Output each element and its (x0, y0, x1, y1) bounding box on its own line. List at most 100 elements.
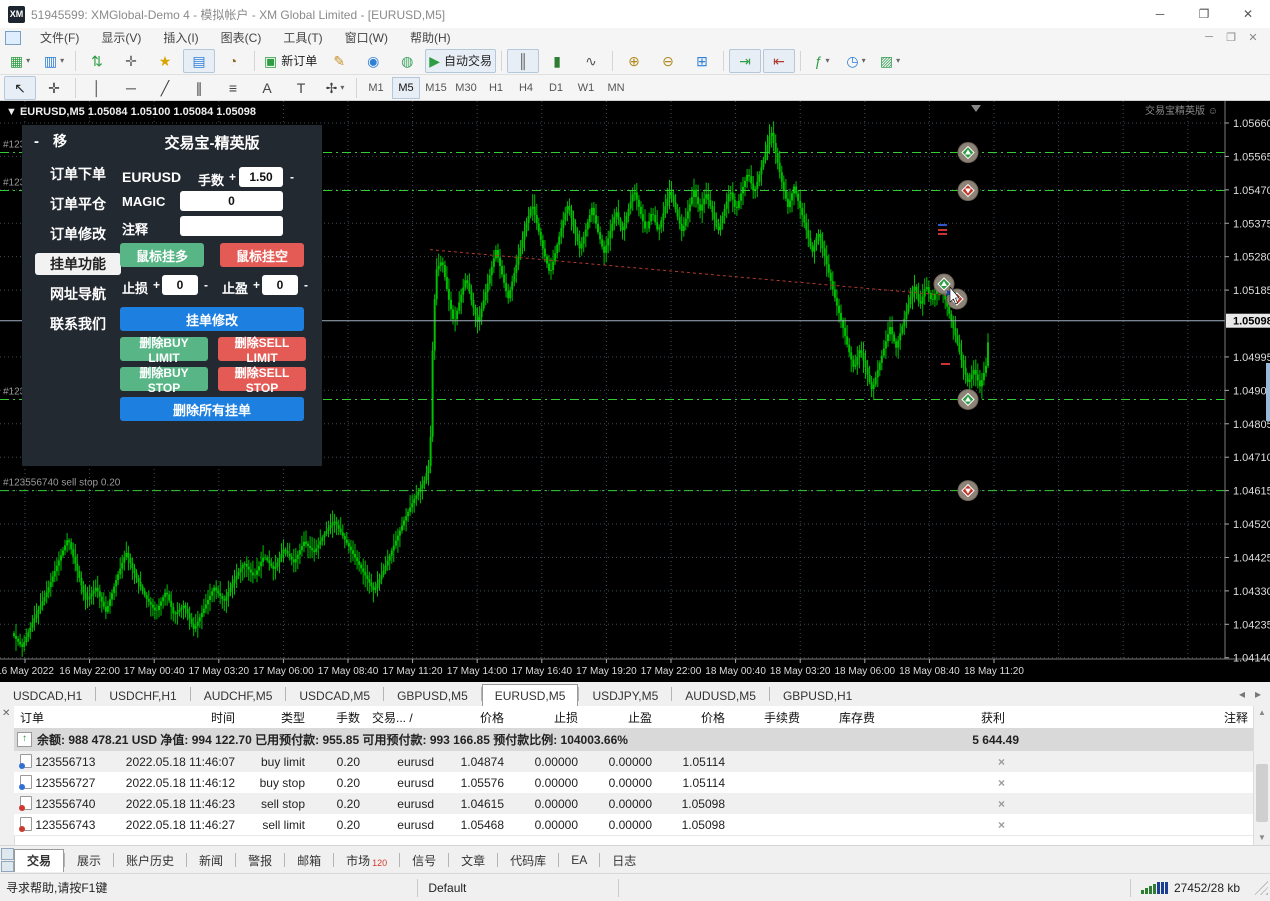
timeframe-mn[interactable]: MN (602, 77, 630, 99)
chart-tab-usdchf-h1[interactable]: USDCHF,H1 (96, 684, 189, 706)
chart-window[interactable]: #123556727 buy stop 0.20#123556743 sell … (0, 101, 1270, 682)
column-header-2[interactable]: 时间 (110, 709, 241, 726)
status-template[interactable]: Default (418, 881, 618, 895)
terminal-button[interactable]: ▤ (183, 49, 215, 73)
bottom-tab-1[interactable]: 交易 (14, 849, 64, 872)
ea-tp-plus-button[interactable]: + (253, 278, 260, 292)
data-window-button[interactable]: ✛ (115, 49, 147, 73)
ea-menu-3[interactable]: 订单修改 (35, 223, 121, 245)
ea-magic-input[interactable] (180, 191, 283, 211)
column-header-11[interactable]: 库存费 (806, 709, 881, 726)
order-row[interactable]: 1235567272022.05.18 11:46:12buy stop0.20… (14, 772, 1254, 794)
tab-scroll-left-icon[interactable]: ◂ (1234, 687, 1250, 701)
ea-delete-sell-stop-button[interactable]: 删除SELL STOP (218, 367, 306, 391)
new-order-button[interactable]: ▣新订单 (260, 49, 321, 73)
tile-windows-button[interactable]: ⊞ (686, 49, 718, 73)
order-row[interactable]: 1235567132022.05.18 11:46:07buy limit0.2… (14, 751, 1254, 773)
ea-mouse-sell-button[interactable]: 鼠标挂空 (220, 243, 304, 267)
ea-delete-all-pending-button[interactable]: 删除所有挂单 (120, 397, 304, 421)
bottom-tab-9[interactable]: 文章 (449, 849, 497, 871)
ea-sl-input[interactable] (162, 275, 198, 295)
menu-5[interactable]: 工具(T) (272, 27, 333, 48)
dropdown-arrow-icon[interactable]: ▾ (896, 56, 900, 65)
navigator-button[interactable]: ★ (149, 49, 181, 73)
bottom-tab-7[interactable]: 市场120 (334, 849, 399, 871)
timeframe-w1[interactable]: W1 (572, 77, 600, 99)
column-header-3[interactable]: 类型 (241, 709, 311, 726)
delete-order-button[interactable]: × (881, 818, 1011, 832)
arrows-button[interactable]: ✢▾ (319, 76, 351, 100)
ea-menu-4[interactable]: 挂单功能 (35, 253, 121, 275)
delete-order-button[interactable]: × (881, 797, 1011, 811)
fibonacci-button[interactable]: ≡ (217, 76, 249, 100)
indicators-button[interactable]: ƒ▾ (806, 49, 838, 73)
ea-tp-input[interactable] (262, 275, 298, 295)
delete-order-button[interactable]: × (881, 776, 1011, 790)
column-header-8[interactable]: 止盈 (584, 709, 658, 726)
auto-scroll-button[interactable]: ⇥ (729, 49, 761, 73)
ea-menu-5[interactable]: 网址导航 (35, 283, 121, 305)
zoom-in-button[interactable]: ⊕ (618, 49, 650, 73)
ea-comment-input[interactable] (180, 216, 283, 236)
order-row[interactable]: 1235567402022.05.18 11:46:23sell stop0.2… (14, 793, 1254, 815)
column-header-10[interactable]: 手续费 (731, 709, 806, 726)
column-header-4[interactable]: 手数 (311, 709, 366, 726)
maximize-button[interactable]: ❐ (1182, 1, 1226, 28)
market-watch-button[interactable]: ⇅ (81, 49, 113, 73)
column-header-5[interactable]: 交易... / (366, 709, 440, 726)
column-header-12[interactable]: 获利 (881, 709, 1011, 726)
bottom-tab-11[interactable]: EA (559, 849, 599, 871)
bottom-tab-10[interactable]: 代码库 (498, 849, 558, 871)
dropdown-arrow-icon[interactable]: ▾ (825, 56, 829, 65)
profiles-button[interactable]: ▥▾ (38, 49, 70, 73)
mdi-minimize-icon[interactable]: ─ (1198, 31, 1220, 44)
bottom-tab-3[interactable]: 账户历史 (114, 849, 186, 871)
text-label-button[interactable]: T (285, 76, 317, 100)
ea-move-handle[interactable]: 移 (53, 131, 67, 151)
timeframe-m30[interactable]: M30 (452, 77, 480, 99)
trendline-button[interactable]: ╱ (149, 76, 181, 100)
ea-sl-plus-button[interactable]: + (153, 278, 160, 292)
autotrading-button[interactable]: ▶自动交易 (425, 49, 496, 73)
close-button[interactable]: ✕ (1226, 1, 1270, 28)
bottom-tab-6[interactable]: 邮箱 (285, 849, 333, 871)
chart-tab-usdcad-h1[interactable]: USDCAD,H1 (0, 684, 95, 706)
templates-button[interactable]: ▨▾ (874, 49, 906, 73)
new-chart-button[interactable]: ▦▾ (4, 49, 36, 73)
timeframe-m1[interactable]: M1 (362, 77, 390, 99)
ea-delete-buy-limit-button[interactable]: 删除BUY LIMIT (120, 337, 208, 361)
chart-tab-audusd-m5[interactable]: AUDUSD,M5 (672, 684, 769, 706)
order-row[interactable]: 1235567432022.05.18 11:46:27sell limit0.… (14, 814, 1254, 836)
dropdown-arrow-icon[interactable]: ▾ (60, 56, 64, 65)
channel-button[interactable]: ∥ (183, 76, 215, 100)
menu-6[interactable]: 窗口(W) (334, 27, 399, 48)
bottom-tab-5[interactable]: 警报 (236, 849, 284, 871)
chart-tab-gbpusd-h1[interactable]: GBPUSD,H1 (770, 684, 865, 706)
delete-order-button[interactable]: × (881, 755, 1011, 769)
resize-grip[interactable] (1254, 881, 1268, 895)
chart-tab-gbpusd-m5[interactable]: GBPUSD,M5 (384, 684, 481, 706)
news-speaker-button[interactable]: ◍ (391, 49, 423, 73)
mdi-restore-icon[interactable]: ❐ (1220, 31, 1242, 44)
bar-chart-button[interactable]: ║ (507, 49, 539, 73)
chart-shift-button[interactable]: ⇤ (763, 49, 795, 73)
periods-button[interactable]: ◷▾ (840, 49, 872, 73)
dropdown-arrow-icon[interactable]: ▾ (862, 56, 866, 65)
strategy-tester-button[interactable]: ◔ (217, 49, 249, 73)
candlestick-button[interactable]: ▮ (541, 49, 573, 73)
column-header-1[interactable]: 订单 (14, 709, 110, 726)
ea-lots-minus-button[interactable]: - (290, 170, 294, 184)
column-header-13[interactable]: 注释 (1011, 709, 1254, 726)
menu-1[interactable]: 文件(F) (29, 27, 90, 48)
dock-icon[interactable] (1, 848, 14, 872)
ea-delete-sell-limit-button[interactable]: 删除SELL LIMIT (218, 337, 306, 361)
menu-4[interactable]: 图表(C) (210, 27, 273, 48)
ea-tp-minus-button[interactable]: - (304, 278, 308, 292)
menu-2[interactable]: 显示(V) (90, 27, 152, 48)
column-header-9[interactable]: 价格 (658, 709, 731, 726)
mdi-close-icon[interactable]: ✕ (1242, 31, 1264, 44)
timeframe-m5[interactable]: M5 (392, 77, 420, 99)
line-chart-button[interactable]: ∿ (575, 49, 607, 73)
scroll-up-arrow[interactable]: ▲ (1254, 706, 1270, 720)
timeframe-m15[interactable]: M15 (422, 77, 450, 99)
